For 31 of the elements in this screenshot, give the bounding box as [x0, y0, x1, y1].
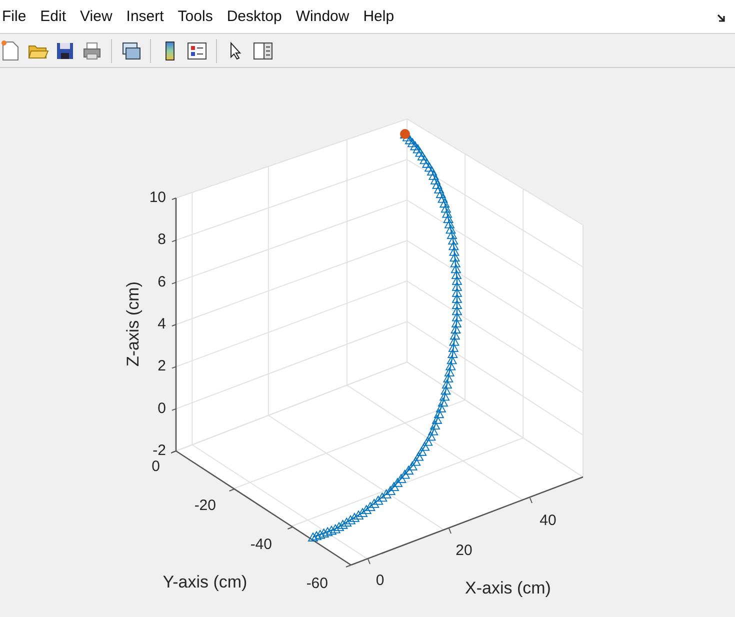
z-tick-label: 10: [149, 188, 166, 206]
x-tick-label: 20: [456, 542, 472, 559]
print-icon[interactable]: [81, 40, 103, 62]
menu-item[interactable]: Help: [363, 8, 394, 25]
z-tick-label: -2: [152, 442, 166, 459]
z-tick-label: 2: [158, 358, 166, 375]
x-axis-label: X-axis (cm): [465, 578, 551, 598]
menu-item[interactable]: View: [80, 8, 112, 25]
y-tick-label: -40: [250, 536, 272, 553]
z-tick-label: 6: [158, 273, 166, 290]
x-tick-label: 40: [540, 512, 556, 529]
y-tick-label: 0: [152, 458, 160, 475]
dock-arrow-icon[interactable]: [717, 13, 727, 23]
x-tick-label: 0: [376, 572, 384, 589]
menu-item[interactable]: Edit: [40, 8, 66, 25]
z-axis-label: Z-axis (cm): [123, 282, 142, 366]
y-axis-label: Y-axis (cm): [162, 572, 248, 592]
menu-item[interactable]: Insert: [126, 8, 164, 25]
y-tick-label: -60: [306, 574, 328, 592]
z-tick-label: 8: [158, 231, 166, 248]
z-tick-label: 4: [158, 315, 166, 332]
z-tick-label: 0: [158, 400, 166, 417]
menu-item[interactable]: Desktop: [226, 8, 282, 25]
menu-item[interactable]: File: [2, 8, 26, 25]
menu-item[interactable]: Tools: [178, 8, 213, 25]
property-panel-icon[interactable]: [252, 40, 274, 62]
figure-window-icon[interactable]: [120, 40, 142, 62]
legend-icon[interactable]: [186, 40, 208, 62]
start-marker: [400, 129, 410, 139]
y-tick-label: -20: [194, 496, 216, 514]
menu-item[interactable]: Window: [296, 8, 350, 25]
